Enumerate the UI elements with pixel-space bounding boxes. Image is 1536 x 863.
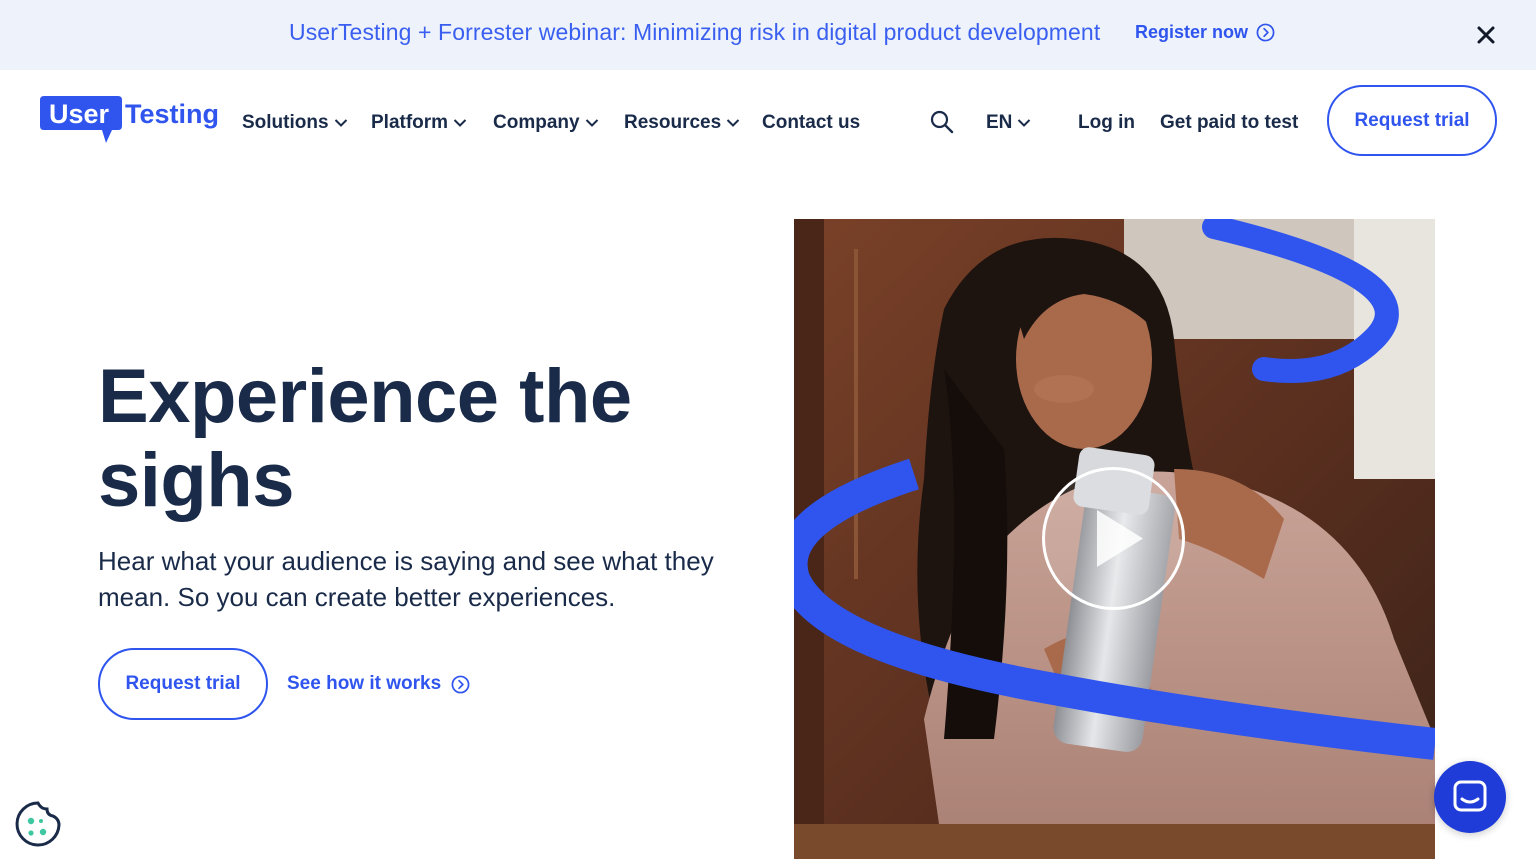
nav-item-company[interactable]: Company	[493, 112, 599, 134]
nav-item-contact-us[interactable]: Contact us	[762, 112, 860, 134]
see-how-it-works-link[interactable]: See how it works	[287, 673, 470, 695]
announcement-banner: UserTesting + Forrester webinar: Minimiz…	[0, 0, 1536, 70]
play-icon[interactable]	[1041, 466, 1186, 611]
logo-text-testing: Testing	[125, 99, 219, 129]
nav-item-resources[interactable]: Resources	[624, 112, 740, 134]
circle-chevron-right-icon	[1256, 23, 1275, 42]
chevron-down-icon	[1018, 119, 1031, 127]
login-link[interactable]: Log in	[1078, 112, 1135, 134]
hero-title: Experience the sighs	[98, 354, 632, 523]
cookie-icon[interactable]	[13, 799, 63, 849]
nav-item-label: Contact us	[762, 112, 861, 133]
request-trial-nav-button[interactable]: Request trial	[1327, 85, 1497, 156]
language-label: EN	[986, 112, 1013, 133]
nav-item-platform[interactable]: Platform	[371, 112, 467, 134]
hero-video-thumbnail[interactable]	[794, 219, 1435, 859]
chevron-down-icon	[453, 119, 467, 127]
chat-icon	[1453, 780, 1487, 812]
close-icon[interactable]	[1473, 22, 1499, 48]
request-trial-hero-button[interactable]: Request trial	[98, 648, 268, 720]
circle-chevron-right-icon	[451, 675, 470, 693]
nav-item-label: Platform	[371, 112, 449, 133]
chevron-down-icon	[585, 119, 598, 127]
search-icon[interactable]	[929, 109, 955, 135]
logo-text-user: User	[49, 99, 110, 129]
chevron-down-icon	[726, 119, 740, 127]
register-now-label: Register now	[1135, 22, 1249, 42]
banner-text: UserTesting + Forrester webinar: Minimiz…	[289, 19, 1101, 45]
hero-subtitle: Hear what your audience is saying and se…	[98, 546, 714, 612]
chevron-down-icon	[334, 119, 347, 127]
see-how-label: See how it works	[287, 673, 442, 694]
nav-item-label: Solutions	[242, 112, 329, 133]
language-selector[interactable]: EN	[986, 112, 1031, 134]
nav-item-label: Resources	[624, 112, 722, 133]
get-paid-link[interactable]: Get paid to test	[1160, 112, 1298, 134]
usertesting-logo[interactable]: User Testing	[40, 96, 230, 146]
nav-item-solutions[interactable]: Solutions	[242, 112, 348, 134]
chat-launcher-button[interactable]	[1434, 761, 1506, 833]
register-now-link[interactable]: Register now	[1135, 22, 1275, 43]
nav-item-label: Company	[493, 112, 580, 133]
